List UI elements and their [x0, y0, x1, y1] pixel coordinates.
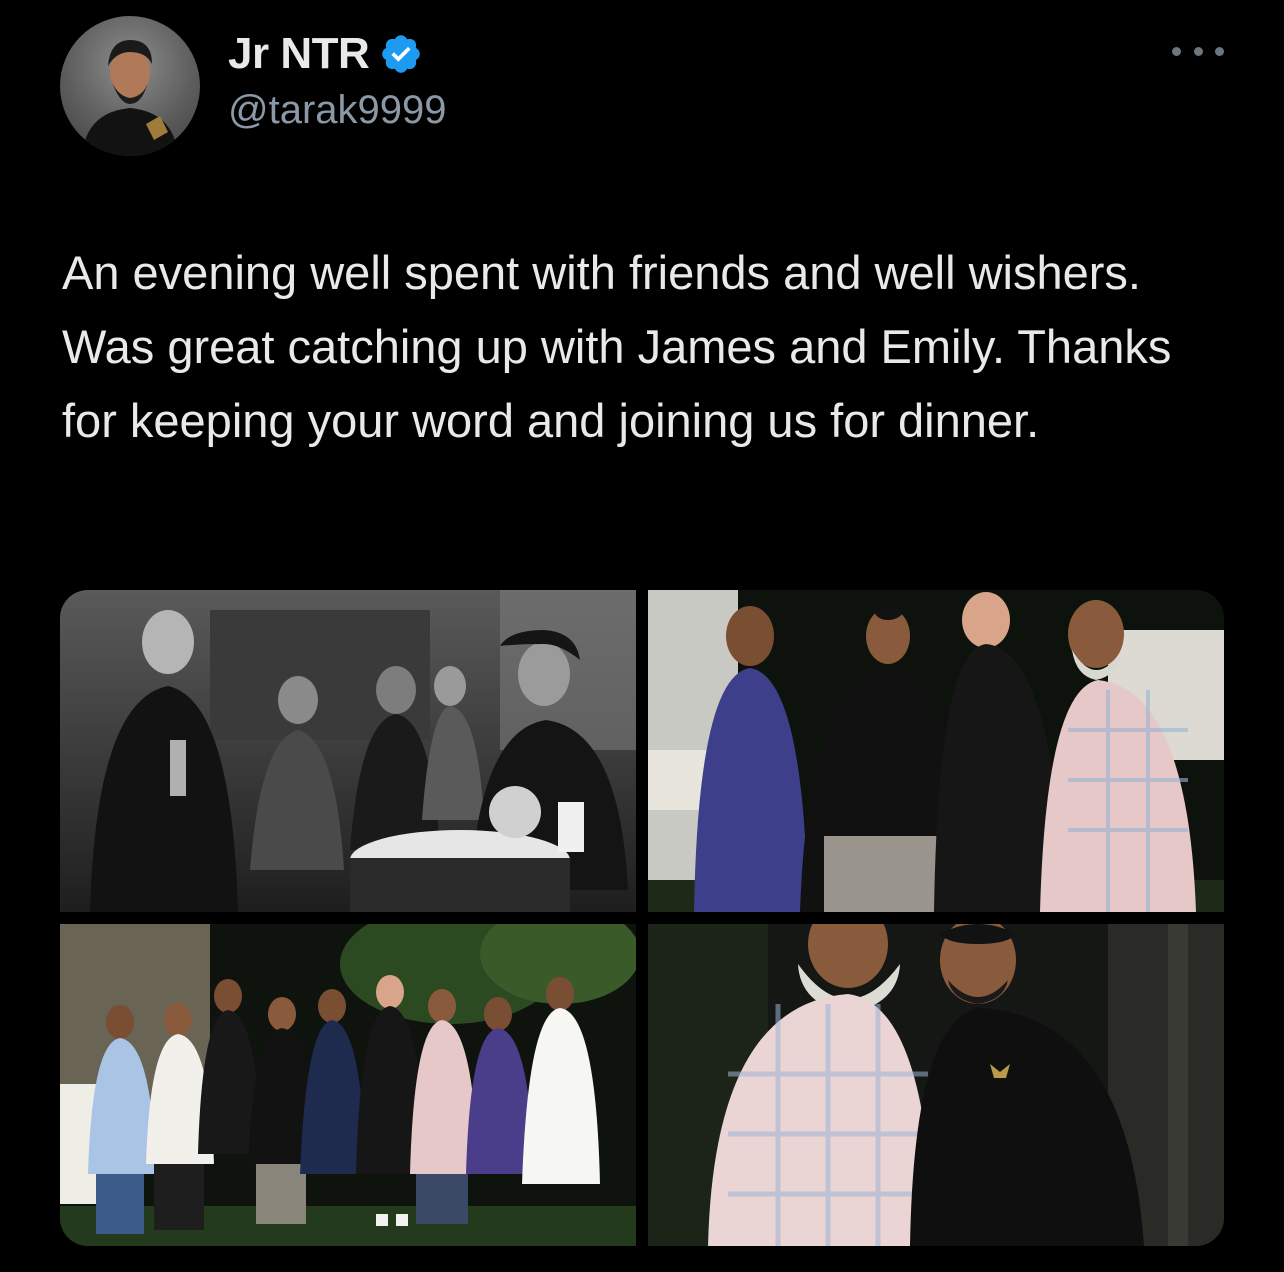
media-photo-2[interactable]	[648, 590, 1224, 912]
more-dot	[1172, 46, 1181, 56]
media-photo-4[interactable]	[648, 924, 1224, 1246]
more-options-icon[interactable]	[1172, 36, 1224, 66]
avatar-image	[82, 40, 178, 156]
verified-badge-icon[interactable]	[379, 32, 423, 76]
tweet-text: An evening well spent with friends and w…	[62, 246, 1172, 447]
media-photo-1[interactable]	[60, 590, 636, 912]
author-display-name[interactable]: Jr NTR	[228, 29, 370, 79]
tweet: Jr NTR @tarak9999 An evening well spent …	[0, 0, 1284, 1272]
more-dot	[1193, 46, 1203, 56]
author-avatar[interactable]	[60, 16, 200, 156]
media-photo-3[interactable]	[60, 924, 636, 1246]
author-handle[interactable]: @tarak9999	[228, 88, 447, 133]
more-dot	[1215, 46, 1224, 56]
media-grid	[60, 590, 1224, 1246]
author-name-row: Jr NTR	[228, 28, 423, 80]
